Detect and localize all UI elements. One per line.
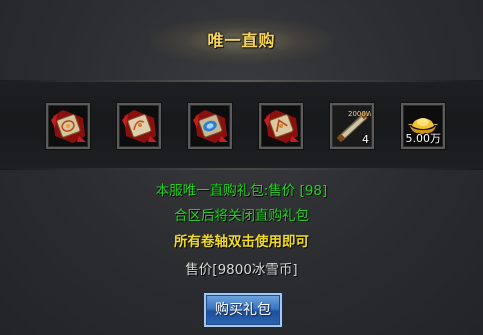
panel-title: 唯一直购 [207,31,276,50]
item-slot-4[interactable] [259,103,303,149]
price-info-line: 本服唯一直购礼包:售价 [98] [155,183,328,199]
gift-scroll-red-1-icon [51,110,86,143]
item-slot-6[interactable]: 5.00万 [401,103,445,149]
gift-scroll-red-2-icon [122,110,157,143]
gift-scroll-red-3-icon [264,110,299,143]
item-slot-3[interactable] [188,103,232,149]
item-slot-2[interactable] [117,103,161,149]
usage-hint-line: 所有卷轴双击使用即可 [174,234,309,250]
item-count: 5.00万 [405,132,442,145]
divider-bottom [0,168,483,170]
gift-scroll-blue-icon [193,110,228,143]
price-label: 售价[9800冰雪币] [185,262,298,278]
merge-notice-line: 合区后将关闭直购礼包 [174,208,309,224]
scroll-amount-label: 2000W [348,110,371,118]
gift-pack-panel: 唯一直购 2000W 4 5.00万 本服唯一直购礼包:售价 [98] 合区后将… [0,0,483,335]
item-slot-5[interactable]: 2000W 4 [330,103,374,149]
item-slot-1[interactable] [46,103,90,149]
item-count: 4 [362,133,369,146]
buy-gift-pack-button[interactable]: 购买礼包 [204,293,282,327]
